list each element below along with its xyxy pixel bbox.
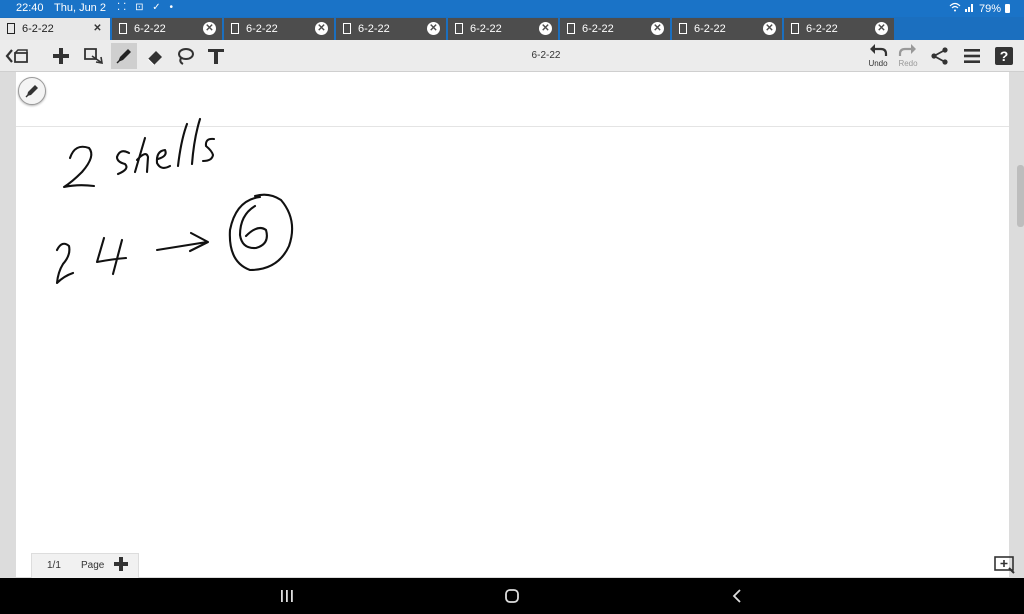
home-button[interactable]: [500, 586, 524, 606]
system-navigation-bar: [0, 578, 1024, 614]
recent-apps-icon: [281, 590, 293, 602]
page-label: Page: [81, 560, 105, 571]
home-icon: [505, 589, 519, 603]
zoom-button[interactable]: [994, 556, 1016, 574]
back-nav-button[interactable]: [725, 586, 749, 606]
handwriting-ink: [55, 117, 294, 285]
add-page-button[interactable]: [113, 556, 129, 572]
recent-apps-button[interactable]: [275, 586, 299, 606]
page-number: 1/1: [47, 560, 61, 571]
back-nav-icon: [732, 589, 741, 603]
add-icon: [114, 557, 128, 571]
zoom-in-icon: [994, 556, 1015, 574]
